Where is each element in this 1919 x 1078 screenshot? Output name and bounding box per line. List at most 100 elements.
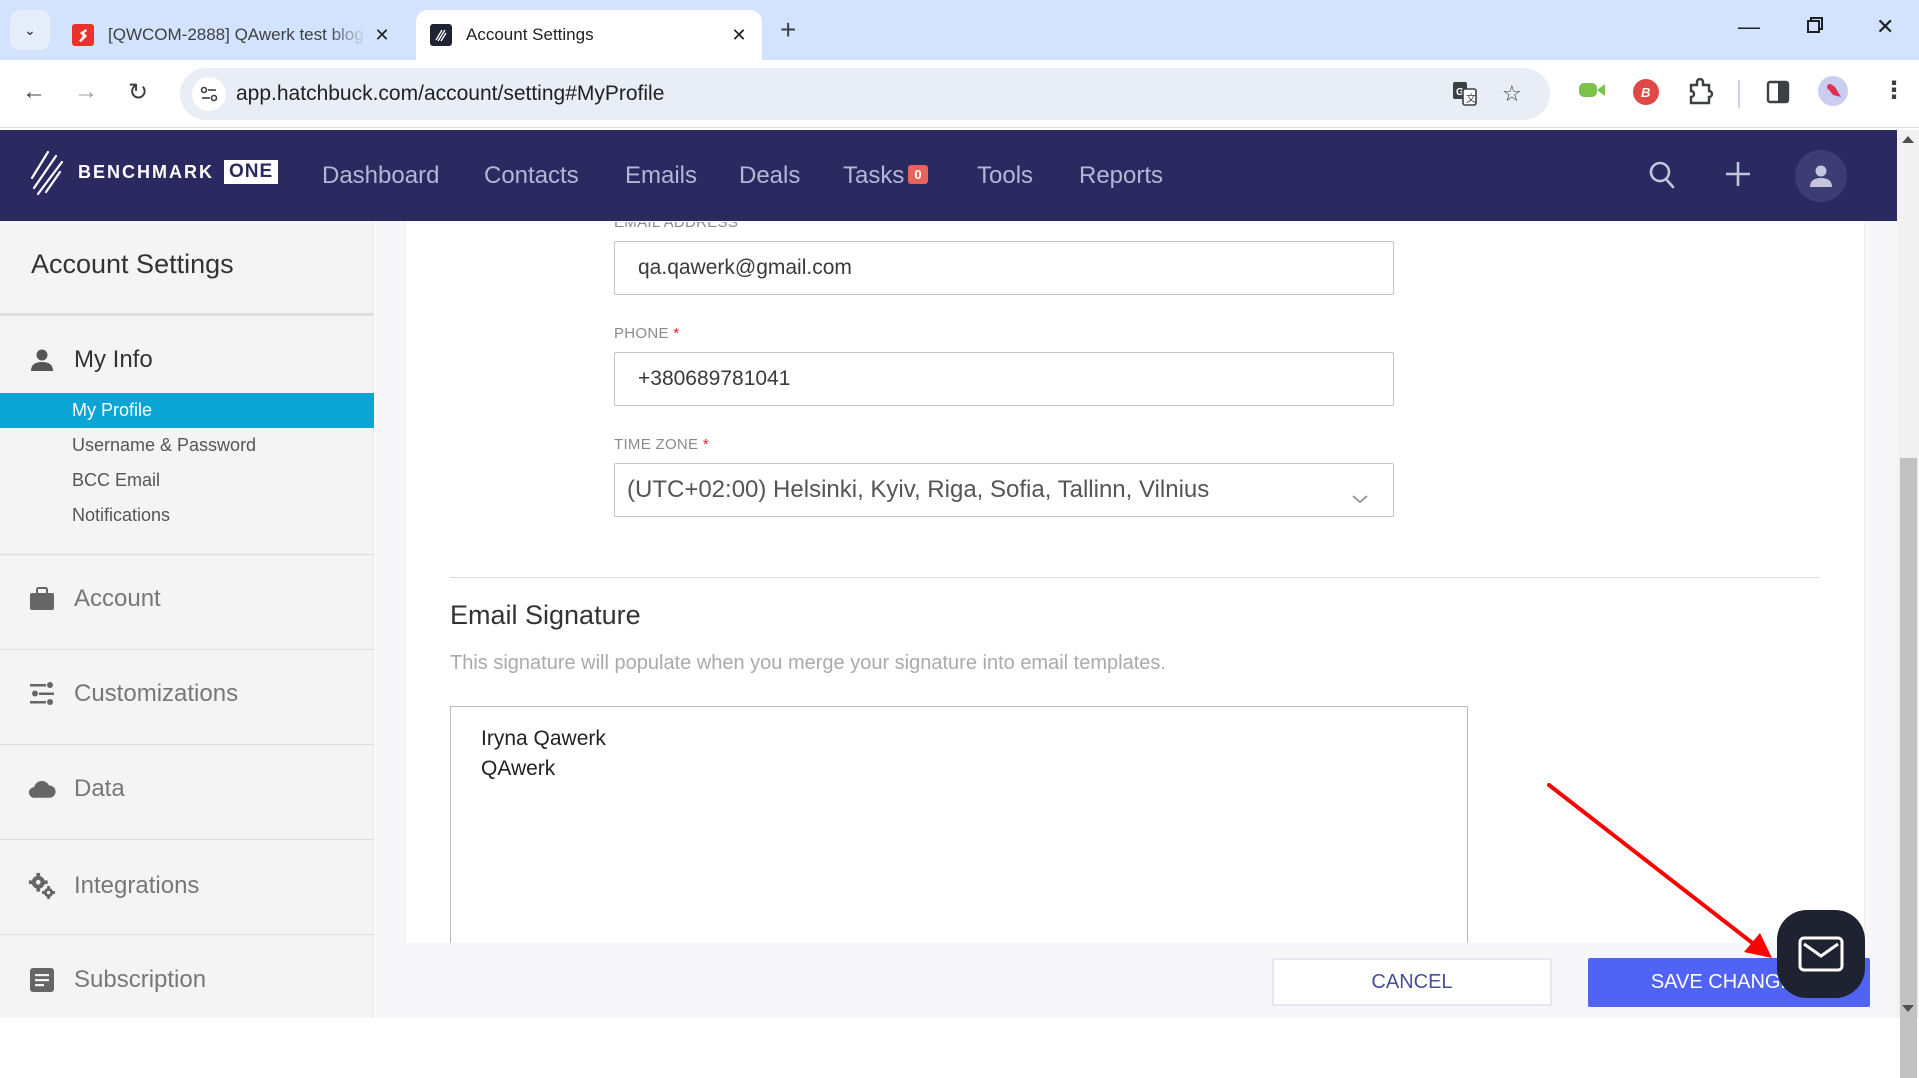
new-tab-icon[interactable]: + [780,14,796,46]
settings-sidebar: Account Settings My Info My Profile User… [0,221,374,1018]
envelope-icon [1798,936,1844,972]
signature-line: Iryna Qawerk [481,727,606,750]
bookmark-star-icon[interactable]: ☆ [1502,81,1522,107]
nav-tools[interactable]: Tools [977,162,1033,190]
signature-editor[interactable]: Iryna Qawerk QAwerk [450,706,1468,946]
page-scrollbar[interactable] [1897,130,1919,1078]
add-icon[interactable] [1724,160,1752,193]
back-icon[interactable]: ← [22,78,46,106]
section-divider [450,577,1820,578]
nav-dashboard[interactable]: Dashboard [322,162,439,190]
address-bar[interactable]: app.hatchbuck.com/account/setting#MyProf… [180,68,1550,120]
email-input[interactable] [614,241,1394,295]
minimize-icon[interactable]: — [1738,14,1760,40]
phone-label: PHONE * [614,325,679,342]
cancel-button[interactable]: CANCEL [1272,958,1552,1006]
nav-tasks-label: Tasks [843,162,905,189]
signature-description: This signature will populate when you me… [450,652,1166,674]
sidebar-group-my-info[interactable]: My Info [28,346,153,374]
sidebar-group-integrations[interactable]: Integrations [28,871,199,901]
user-icon [1810,165,1832,187]
restore-icon[interactable] [1806,14,1824,40]
phone-input[interactable] [614,352,1394,406]
sidebar-item-username-password[interactable]: Username & Password [0,428,374,463]
sidebar-group-label: Data [74,775,125,802]
sidebar-group-subscription[interactable]: Subscription [28,966,206,994]
close-window-icon[interactable]: ✕ [1876,14,1894,40]
timezone-label-text: TIME ZONE [614,436,699,453]
browser-tab-account-settings[interactable]: Account Settings ✕ [416,10,762,60]
required-asterisk: * [702,436,709,453]
camera-extension-icon[interactable] [1578,80,1606,105]
benchmark-extension-icon[interactable]: B [1632,78,1660,111]
scrollbar-thumb[interactable] [1900,458,1917,1078]
sidebar-group-label: Subscription [74,966,207,993]
nav-deals[interactable]: Deals [739,162,800,190]
tab-title: [QWCOM-2888] QAwerk test blog [108,25,364,44]
sidebar-divider [0,649,374,650]
signature-title: Email Signature [450,600,641,630]
close-tab-icon[interactable]: ✕ [367,25,397,46]
benchmark-favicon-icon [430,24,452,46]
chat-message-button[interactable] [1777,910,1865,998]
nav-reports[interactable]: Reports [1079,162,1163,190]
sidebar-group-customizations[interactable]: Customizations [28,680,238,708]
sidebar-divider [0,839,374,840]
required-asterisk: * [673,325,680,342]
sidebar-divider [0,744,374,745]
sidebar-group-data[interactable]: Data [28,775,125,803]
browser-tab-jira[interactable]: [QWCOM-2888] QAwerk test blog ✕ [60,10,405,60]
browser-menu-icon[interactable]: ⋮ [1882,76,1906,105]
sidebar-divider [0,313,374,316]
benchmark-one-logo[interactable]: BENCHMARK ONE [28,148,279,196]
timezone-selected-value: (UTC+02:00) Helsinki, Kyiv, Riga, Sofia,… [627,476,1210,503]
profile-avatar-icon[interactable] [1817,75,1849,112]
extensions-puzzle-icon[interactable] [1686,77,1714,111]
benchmark-logo-icon [30,150,64,196]
sidebar-title: Account Settings [31,249,234,279]
briefcase-icon [28,587,56,611]
search-icon[interactable] [1648,160,1676,195]
url-text[interactable]: app.hatchbuck.com/account/setting#MyProf… [236,82,664,106]
logo-text: BENCHMARK [78,161,214,182]
browser-tab-bar: ⌄ [QWCOM-2888] QAwerk test blog ✕ Accoun… [0,0,1919,60]
side-panel-icon[interactable] [1766,80,1790,109]
sidebar-group-label: Account [74,585,161,612]
chevron-down-icon [1351,478,1369,530]
nav-contacts[interactable]: Contacts [484,162,579,190]
sidebar-item-bcc-email[interactable]: BCC Email [0,463,374,498]
sidebar-divider [0,934,374,935]
jira-favicon-icon [72,24,94,46]
user-avatar[interactable] [1795,150,1847,202]
svg-text:B: B [1641,85,1650,100]
sidebar-group-account[interactable]: Account [28,585,161,613]
nav-emails[interactable]: Emails [625,162,697,190]
sliders-icon [28,682,56,706]
reload-icon[interactable]: ↻ [128,78,148,107]
timezone-select[interactable]: (UTC+02:00) Helsinki, Kyiv, Riga, Sofia,… [614,463,1394,517]
sidebar-item-my-profile[interactable]: My Profile [0,393,374,428]
tasks-count-badge: 0 [908,165,928,184]
signature-line: QAwerk [481,757,556,780]
translate-icon[interactable]: G文 [1452,81,1478,113]
sidebar-group-label: Integrations [74,872,200,899]
tab-search-button[interactable]: ⌄ [10,10,50,50]
site-info-icon[interactable] [192,77,226,111]
timezone-label: TIME ZONE * [614,436,709,453]
sidebar-item-notifications[interactable]: Notifications [0,498,374,533]
phone-label-text: PHONE [614,325,669,342]
scroll-up-arrow-icon[interactable] [1902,136,1914,143]
tab-title: Account Settings [466,25,594,44]
app-navbar: BENCHMARK ONE Dashboard Contacts Emails … [0,130,1900,221]
svg-text:文: 文 [1466,92,1476,105]
sidebar-group-label: My Info [74,346,153,373]
close-tab-icon[interactable]: ✕ [724,25,754,46]
scroll-down-arrow-icon[interactable] [1902,1005,1914,1012]
sidebar-divider [0,554,374,555]
browser-toolbar: ← → ↻ app.hatchbuck.com/account/setting#… [0,60,1919,128]
forward-icon[interactable]: → [74,78,98,106]
nav-tasks[interactable]: Tasks 0 [843,162,928,190]
person-icon [28,348,56,372]
chevron-down-icon: ⌄ [24,21,36,38]
toolbar-divider [1738,80,1740,108]
